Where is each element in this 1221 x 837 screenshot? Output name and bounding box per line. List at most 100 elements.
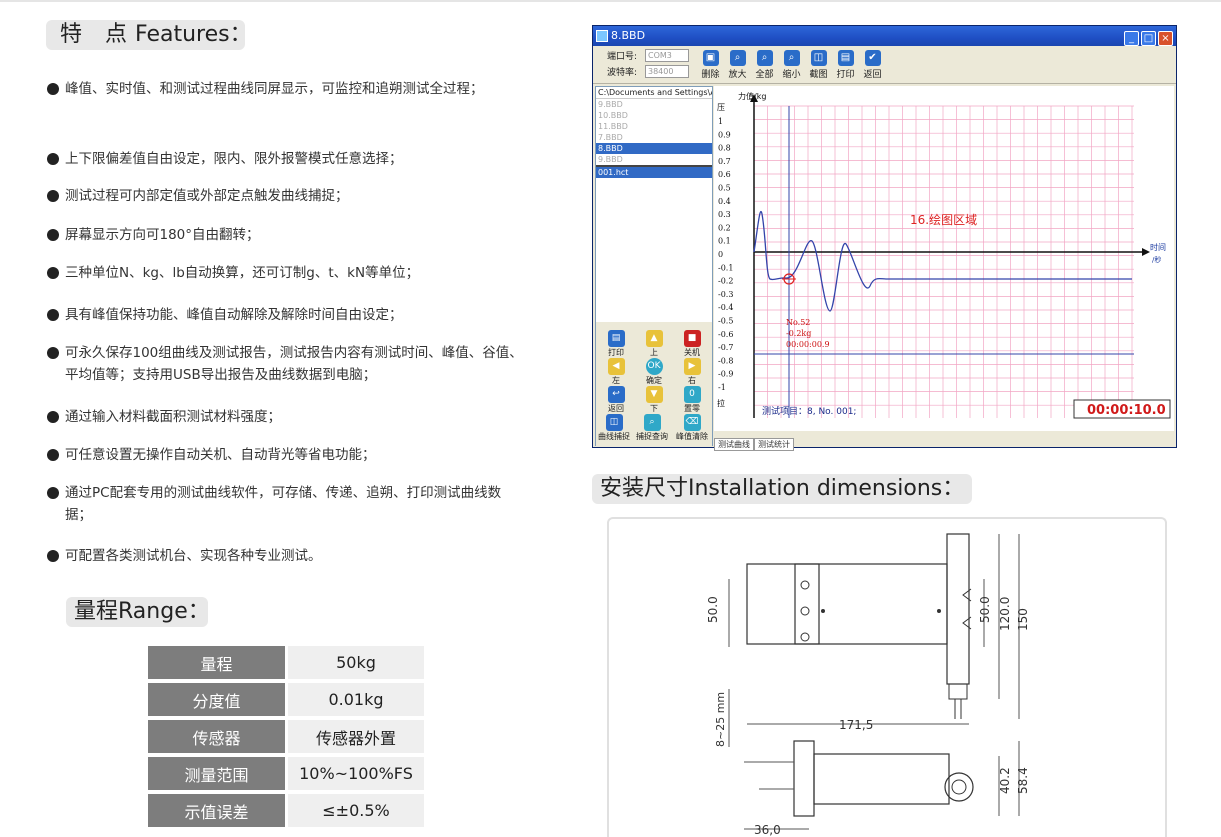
pad-power-button[interactable]: ■ 关机 — [674, 330, 710, 358]
pad-up-button[interactable]: ▲ 上 — [636, 330, 672, 358]
file-item[interactable]: 11.BBD — [596, 121, 712, 132]
y-tick-label: 0.8 — [718, 144, 731, 153]
tab-test-stats[interactable]: 测试统计 — [754, 438, 794, 451]
close-icon[interactable]: × — [1158, 31, 1173, 46]
dim-label: 36,0 — [754, 823, 781, 837]
mount-block — [794, 563, 820, 645]
feature-item: 屏幕显示方向可180°自由翻转； — [47, 224, 527, 246]
print-icon: ▤ — [837, 50, 854, 66]
point-value: -0.2kg — [786, 329, 811, 338]
pad-label: 关机 — [684, 348, 700, 357]
pad-zero-button[interactable]: 0 置零 — [674, 386, 710, 414]
tb-label: 返回 — [863, 70, 882, 80]
dimension-drawing: 50.0 50.0 120.0 150 171,5 8~25 mm 40.2 5… — [607, 517, 1167, 837]
file-item[interactable]: 9.BBD — [596, 154, 712, 165]
bullet-dot — [47, 190, 59, 202]
print-button[interactable]: ▤ 打印 — [832, 50, 859, 80]
bullet-dot — [47, 83, 59, 95]
pad-left-button[interactable]: ◀ 左 — [598, 358, 634, 386]
y-tick-label: 0.5 — [718, 184, 731, 193]
feature-item: 测试过程可内部定值或外部定点触发曲线捕捉； — [47, 185, 527, 207]
feature-item: 可任意设置无操作自动关机、自动背光等省电功能； — [47, 444, 527, 466]
pad-right-button[interactable]: ▶ 右 — [674, 358, 710, 386]
bullet-dot — [47, 487, 59, 499]
camera-icon: ◫ — [810, 50, 827, 66]
software-window: 8.BBD _ □ × 端口号: COM3 波特率: 38400 ▣ 删除 ⌕ 放大 ⌕… — [592, 25, 1177, 451]
feature-text: 通过输入材料截面积测试材料强度； — [65, 409, 281, 425]
feature-item: 上下限偏差值自由设定，限内、限外报警模式任意选择； — [47, 148, 527, 170]
feature-item: 可配置各类测试机台、实现各种专业测试。 — [47, 545, 527, 567]
y-tick-label: 0 — [718, 250, 723, 259]
feature-item: 通过PC配套专用的测试曲线软件，可存储、传递、追朔、打印测试曲线数据； — [47, 482, 527, 526]
pad-label: 返回 — [608, 404, 624, 413]
zoom-out-button[interactable]: ⌕ 缩小 — [778, 50, 805, 80]
timer-readout: 00:00:10.0 — [1087, 403, 1166, 418]
tb-label: 放大 — [728, 70, 747, 80]
feature-text: 三种单位N、kg、lb自动换算，还可订制g、t、kN等单位； — [65, 265, 420, 281]
test-item-label: 测试项目：8, No. 001; — [762, 405, 856, 417]
tb-label: 全部 — [755, 70, 774, 80]
screenshot-button[interactable]: ◫ 截图 — [805, 50, 832, 80]
y-tick-labels: 1 0.9 0.8 0.7 0.6 0.5 0.4 0.3 0.2 0.1 0 -0.1 -0.2 -0.… — [718, 117, 733, 392]
bullet-dot — [47, 153, 59, 165]
minimize-icon[interactable]: _ — [1124, 31, 1139, 46]
delete-button[interactable]: ▣ 删除 — [697, 50, 724, 80]
spec-key: 示值误差 — [148, 794, 285, 827]
tab-test-curve[interactable]: 测试曲线 — [714, 438, 754, 451]
spec-value: ≤±0.5% — [285, 794, 424, 827]
zoom-in-button[interactable]: ⌕ 放大 — [724, 50, 751, 80]
y-tick-label: -1 — [718, 383, 726, 392]
pad-label: 上 — [650, 348, 658, 357]
zoom-all-icon: ⌕ — [756, 50, 773, 66]
file-item[interactable]: 7.BBD — [596, 132, 712, 143]
tb-label: 打印 — [836, 70, 855, 80]
range-heading: 量程Range： — [66, 597, 210, 627]
feature-item: 三种单位N、kg、lb自动换算，还可订制g、t、kN等单位； — [47, 262, 527, 284]
pad-ok-button[interactable]: OK 确定 — [636, 358, 672, 386]
maximize-icon[interactable]: □ — [1141, 31, 1156, 46]
return-button[interactable]: ✔ 返回 — [859, 50, 886, 80]
y-tick-label: 0.4 — [718, 197, 731, 206]
feature-item: 具有峰值保持功能、峰值自动解除及解除时间自由设定； — [47, 304, 527, 326]
y-tick-label: -0.8 — [718, 356, 733, 365]
clear-icon: ⌫ — [683, 414, 701, 431]
chevron-mark — [962, 616, 972, 630]
toolbar: 端口号: COM3 波特率: 38400 ▣ 删除 ⌕ 放大 ⌕ 全部 ⌕ 缩小 ◫ 截图… — [593, 46, 1176, 84]
file-item[interactable]: 9.BBD — [596, 99, 712, 110]
screw-hole — [800, 580, 810, 590]
y-tick-label: 0.3 — [718, 210, 731, 219]
pad-label: 右 — [688, 376, 696, 385]
side-body — [813, 753, 950, 805]
dim-label: 58.4 — [1016, 767, 1030, 794]
port-select[interactable]: COM3 — [645, 49, 689, 62]
baud-select[interactable]: 38400 — [645, 65, 689, 78]
y-tick-label: 0.1 — [718, 237, 731, 246]
pad-return-button[interactable]: ↩ 返回 — [598, 386, 634, 414]
power-icon: ■ — [683, 330, 701, 347]
features-heading: 特 点Features： — [46, 20, 252, 50]
tb-label: 缩小 — [782, 70, 801, 80]
file-item[interactable]: 10.BBD — [596, 110, 712, 121]
y-tick-label: -0.3 — [718, 290, 733, 299]
hct-list: 001.hct — [596, 165, 712, 285]
hct-file-item[interactable]: 001.hct — [596, 167, 712, 178]
capture-query-button[interactable]: ⌕ 捕捉查询 — [634, 414, 670, 442]
spec-value: 50kg — [285, 646, 424, 679]
spec-key: 测量范围 — [148, 757, 285, 790]
pad-print-button[interactable]: ▤ 打印 — [598, 330, 634, 358]
side-sensor-inner — [951, 779, 967, 795]
peak-clear-button[interactable]: ⌫ 峰值清除 — [674, 414, 710, 442]
table-row: 量程 50kg — [148, 646, 424, 679]
curve-capture-button[interactable]: ◫ 曲线捕捉 — [596, 414, 632, 442]
table-row: 测量范围 10%~100%FS — [148, 757, 424, 790]
zoom-all-button[interactable]: ⌕ 全部 — [751, 50, 778, 80]
file-item-selected[interactable]: 8.BBD — [596, 143, 712, 154]
baud-label: 波特率: — [607, 68, 638, 78]
query-icon: ⌕ — [643, 414, 661, 431]
bottom-tabs: 测试曲线 测试统计 — [714, 432, 794, 451]
y-top-label: 压 — [717, 103, 725, 112]
bullet-dot — [47, 229, 59, 241]
pad-down-button[interactable]: ▼ 下 — [636, 386, 672, 414]
window-controls: _ □ × — [1122, 28, 1173, 48]
feature-text: 可任意设置无操作自动关机、自动背光等省电功能； — [65, 447, 376, 463]
